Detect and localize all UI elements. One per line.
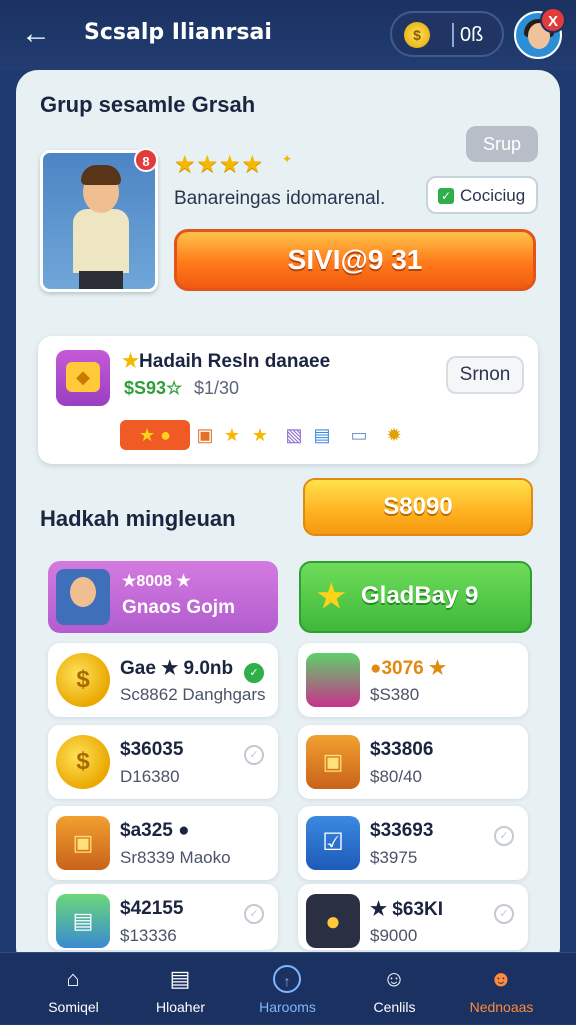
rating-stars-icon: ★★★★ — [174, 151, 265, 178]
ticket-icon[interactable]: ▭ — [342, 420, 376, 450]
gift-box-icon: ▣ — [306, 735, 360, 789]
profile-icon: ☺ — [382, 966, 406, 991]
reward-old-price: $1/30 — [194, 378, 240, 398]
promo-green-label: GladBay 9 — [361, 582, 479, 609]
card-icon[interactable]: ▧ — [284, 420, 304, 450]
bottom-tab-bar: ⌂ Somiqel ▤ Hloaher ↑ Harooms ☺ Cenlils … — [0, 952, 576, 1024]
app-title: Scsalp Ilianrsai — [84, 20, 272, 45]
description-text: Banareingas idomarenal. — [174, 188, 386, 209]
avatar — [56, 569, 110, 625]
check-icon[interactable]: ✓ — [244, 663, 264, 683]
claim-button[interactable]: S8090 — [303, 478, 533, 536]
gift-box-icon: ◆ — [56, 350, 110, 406]
chest-icon[interactable]: ▣ — [194, 420, 216, 450]
promo-green-button[interactable]: ★ GladBay 9 — [299, 561, 532, 633]
tab-chat[interactable]: ☻ Nednoaas — [444, 953, 559, 1025]
group-button[interactable]: Srup — [466, 126, 538, 162]
promo-purple-line1: ★8008 ★ — [122, 573, 191, 590]
list-item[interactable]: ▣ $a325 ● Sr8339 Maoko — [48, 806, 278, 880]
hero-badge: 8 — [134, 148, 158, 172]
tab-home[interactable]: ⌂ Somiqel — [16, 953, 131, 1025]
star-icon[interactable]: ★ — [248, 420, 272, 450]
tab-profile[interactable]: ☺ Cenlils — [337, 953, 452, 1025]
check-icon[interactable]: ✓ — [494, 826, 514, 846]
coin-icon: $ — [404, 22, 430, 48]
section2-title: Hadkah mingleuan — [40, 506, 236, 531]
section-title: Grup sesamle Grsah — [40, 92, 256, 117]
list-item[interactable]: ● ★ $63KI $9000 ✓ — [298, 884, 528, 950]
chat-icon: ☻ — [489, 966, 513, 991]
tab-explore[interactable]: ↑ Harooms — [230, 953, 345, 1025]
list-item[interactable]: ▣ $33806 $80/40 — [298, 725, 528, 799]
star-icon: ★ — [122, 351, 140, 372]
promo-purple-line2: Gnaos Gojm — [122, 597, 235, 618]
check-icon[interactable]: ✓ — [494, 904, 514, 924]
confirm-checkbox[interactable]: ✓ Cociciug — [426, 176, 538, 214]
home-icon: ⌂ — [66, 966, 80, 991]
calendar-icon[interactable]: ▤ — [312, 420, 332, 450]
gift-card-icon — [306, 653, 360, 707]
cash-stack-icon: ▤ — [56, 894, 110, 948]
main-action-button[interactable]: SIVI@9 31 — [174, 229, 536, 291]
character-image — [40, 150, 158, 292]
checkmark-icon: ✓ — [438, 188, 454, 204]
store-icon: ▤ — [169, 966, 191, 991]
badge-icon[interactable]: ✹ — [382, 420, 406, 450]
star-icon[interactable]: ★ — [220, 420, 244, 450]
top-bar: ← Scsalp Ilianrsai $ 0ß X — [0, 0, 576, 70]
check-icon[interactable]: ✓ — [244, 904, 264, 924]
chest-icon: ▣ — [56, 816, 110, 870]
back-arrow-icon[interactable]: ← — [18, 16, 54, 52]
divider — [452, 23, 454, 47]
check-icon[interactable]: ✓ — [244, 745, 264, 765]
reward-title: ★Hadaih Resln danaee — [122, 351, 331, 372]
reward-icon-row: ★ ● ▣ ★ ★ ▧ ▤ ▭ ✹ — [120, 420, 420, 452]
tab-store[interactable]: ▤ Hloaher — [123, 953, 238, 1025]
reward-button[interactable]: Srnon — [446, 356, 524, 394]
list-item[interactable]: $ Gae ★ 9.0nb Sc8862 Danghgars ✓ — [48, 643, 278, 717]
list-item[interactable]: ▤ $42155 $13336 ✓ — [48, 884, 278, 950]
sparkle-icon: ✦ — [282, 152, 293, 166]
reward-price: $S93☆ — [124, 378, 183, 398]
coin-balance[interactable]: $ 0ß — [390, 11, 504, 57]
list-item[interactable]: ●3076 ★ $S380 — [298, 643, 528, 717]
coin-icon: ● — [306, 894, 360, 948]
coin-icon: $ — [56, 653, 110, 707]
star-coin-icon[interactable]: ★ ● — [120, 420, 190, 450]
checkbox-label: Cociciug — [460, 186, 526, 205]
star-icon: ★ — [317, 578, 346, 614]
notification-badge[interactable]: X — [540, 7, 566, 33]
coin-icon: $ — [56, 735, 110, 789]
checkbox-icon: ☑ — [306, 816, 360, 870]
list-item[interactable]: $ $36035 D16380 ✓ — [48, 725, 278, 799]
promo-purple-card[interactable]: ★8008 ★ Gnaos Gojm — [48, 561, 278, 633]
compass-icon: ↑ — [273, 965, 301, 993]
list-item[interactable]: ☑ $33693 $3975 ✓ — [298, 806, 528, 880]
coin-value: 0ß — [460, 24, 484, 46]
